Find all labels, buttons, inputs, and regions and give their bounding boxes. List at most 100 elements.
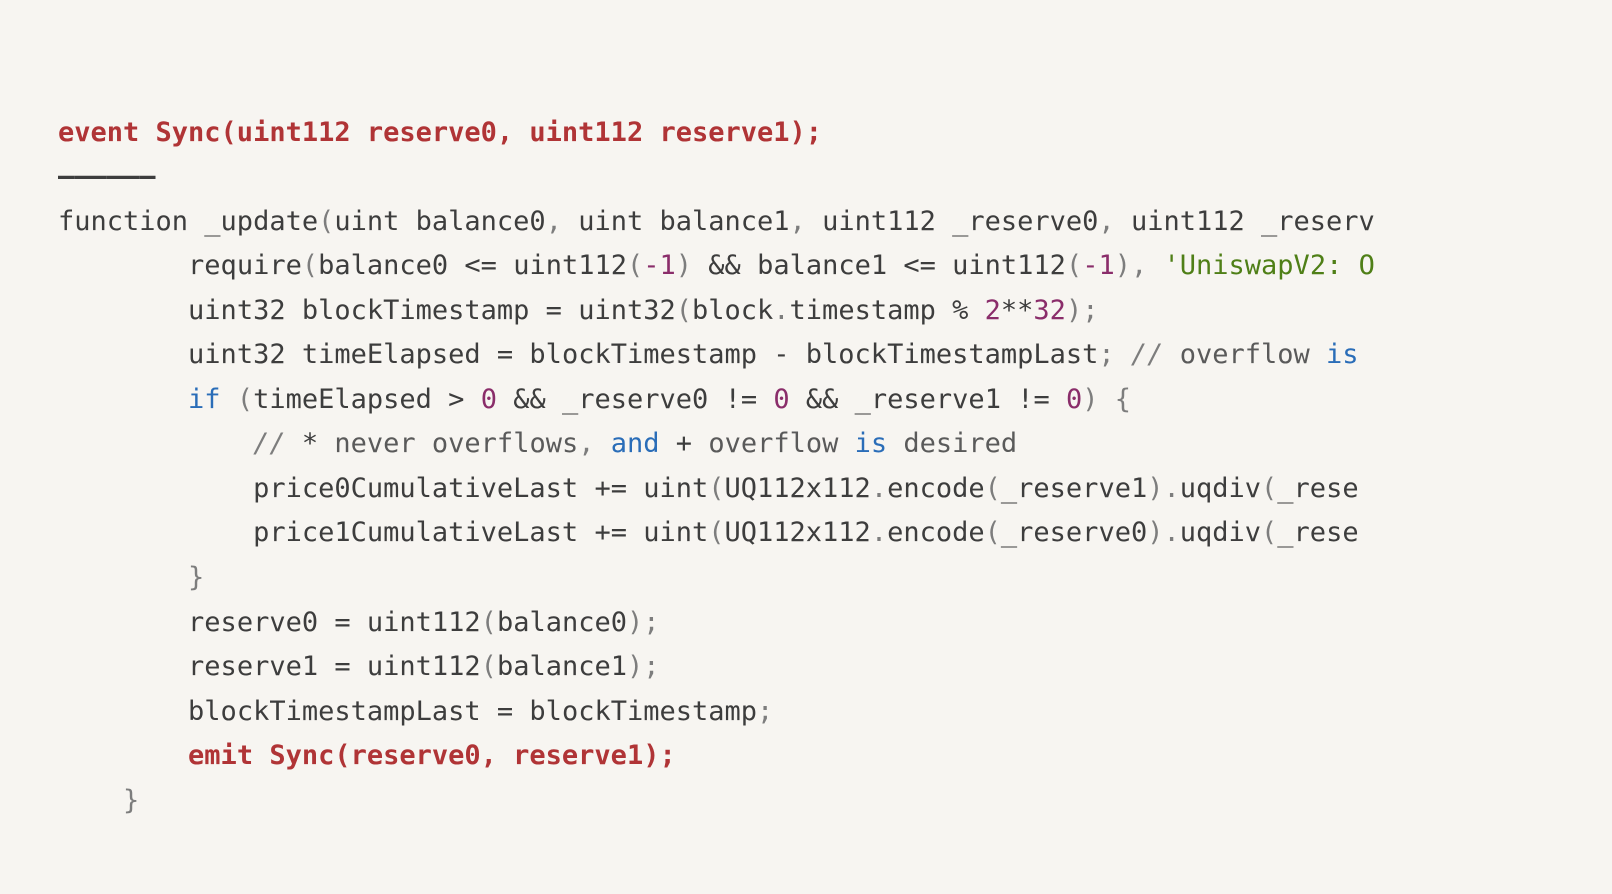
expr: balance1 — [741, 250, 904, 281]
paren: ) — [1147, 517, 1163, 548]
sp — [562, 206, 578, 237]
sp — [594, 428, 610, 459]
paren: ) — [1115, 250, 1131, 281]
dot: . — [1163, 473, 1179, 504]
and: && — [806, 384, 839, 415]
code-block: event Sync(uint112 reserve0, uint112 res… — [0, 0, 1612, 823]
indent — [58, 696, 188, 727]
expr: blockTimestampLast — [790, 339, 1099, 370]
num: 0 — [773, 384, 789, 415]
brace: } — [123, 785, 139, 816]
expr: _rese — [1277, 517, 1358, 548]
lte: <= — [903, 250, 936, 281]
event-decl: event Sync(uint112 reserve0, uint112 res… — [58, 117, 822, 148]
and: && — [513, 384, 546, 415]
expr: _reserve1 — [1001, 473, 1147, 504]
expr: uint112 — [351, 651, 481, 682]
expr: uint32 — [562, 295, 676, 326]
neq: != — [1017, 384, 1050, 415]
paren: ( — [985, 473, 1001, 504]
expr: balance1 — [497, 651, 627, 682]
paren: ( — [481, 651, 497, 682]
paren: ( — [1066, 250, 1082, 281]
decl: uint32 timeElapsed — [188, 339, 497, 370]
comma: , — [578, 428, 594, 459]
paren: ) — [1147, 473, 1163, 504]
stmt: reserve1 — [188, 651, 334, 682]
expr: blockTimestamp — [513, 339, 773, 370]
sc: ; — [643, 607, 659, 638]
sp — [757, 384, 773, 415]
sc: ; — [1098, 339, 1114, 370]
eq: = — [497, 339, 513, 370]
indent — [58, 339, 188, 370]
expr: encode — [887, 517, 985, 548]
expr: uint112 — [351, 607, 481, 638]
eq: = — [546, 295, 562, 326]
kw-if: if — [188, 384, 221, 415]
sp — [968, 295, 984, 326]
expr: encode — [887, 473, 985, 504]
stmt: price0CumulativeLast — [253, 473, 594, 504]
param: uint balance0 — [334, 206, 545, 237]
peq: += — [594, 473, 627, 504]
sp — [1050, 384, 1066, 415]
indent — [58, 295, 188, 326]
brace: { — [1115, 384, 1131, 415]
sp — [1147, 250, 1163, 281]
expr: uint112 — [936, 250, 1066, 281]
indent — [58, 428, 253, 459]
sc: ; — [757, 696, 773, 727]
indent — [58, 562, 188, 593]
param: uint112 _reserve0 — [822, 206, 1098, 237]
comment-slash: // — [1131, 339, 1180, 370]
indent — [58, 651, 188, 682]
num: 32 — [1033, 295, 1066, 326]
string: 'UniswapV2: O — [1164, 250, 1375, 281]
expr: uint — [627, 517, 708, 548]
sp — [221, 384, 237, 415]
paren: ) — [676, 250, 692, 281]
comment: never overflows — [318, 428, 578, 459]
sp — [660, 428, 676, 459]
eq: = — [497, 696, 513, 727]
expr: uqdiv — [1180, 473, 1261, 504]
and: && — [708, 250, 741, 281]
expr: UQ112x112 — [725, 473, 871, 504]
expr: UQ112x112 — [725, 517, 871, 548]
expr: _rese — [1277, 473, 1358, 504]
paren: ( — [708, 517, 724, 548]
pct: % — [952, 295, 968, 326]
comma: , — [790, 206, 806, 237]
stmt: blockTimestampLast — [188, 696, 497, 727]
indent — [58, 473, 253, 504]
paren: ) — [627, 651, 643, 682]
sp — [1115, 339, 1131, 370]
stmt: reserve0 — [188, 607, 334, 638]
stmt: price1CumulativeLast — [253, 517, 594, 548]
expr: _reserve0 — [546, 384, 725, 415]
param: uint112 _reserv — [1131, 206, 1375, 237]
expr: balance0 — [318, 250, 464, 281]
paren: ) — [627, 607, 643, 638]
expr: timeElapsed — [253, 384, 448, 415]
num: 0 — [481, 384, 497, 415]
dot: . — [871, 473, 887, 504]
comment: overflow — [1180, 339, 1326, 370]
require: require — [188, 250, 302, 281]
plus: + — [676, 428, 692, 459]
lte: <= — [464, 250, 497, 281]
peq: += — [594, 517, 627, 548]
sp — [464, 384, 480, 415]
paren: ( — [302, 250, 318, 281]
expr: timestamp — [790, 295, 953, 326]
paren: ) — [1066, 295, 1082, 326]
comment-slash: // — [253, 428, 302, 459]
paren: ( — [708, 473, 724, 504]
indent — [58, 250, 188, 281]
sp — [497, 384, 513, 415]
paren: ( — [1261, 517, 1277, 548]
dot: . — [773, 295, 789, 326]
sc: ; — [1082, 295, 1098, 326]
indent — [58, 384, 188, 415]
